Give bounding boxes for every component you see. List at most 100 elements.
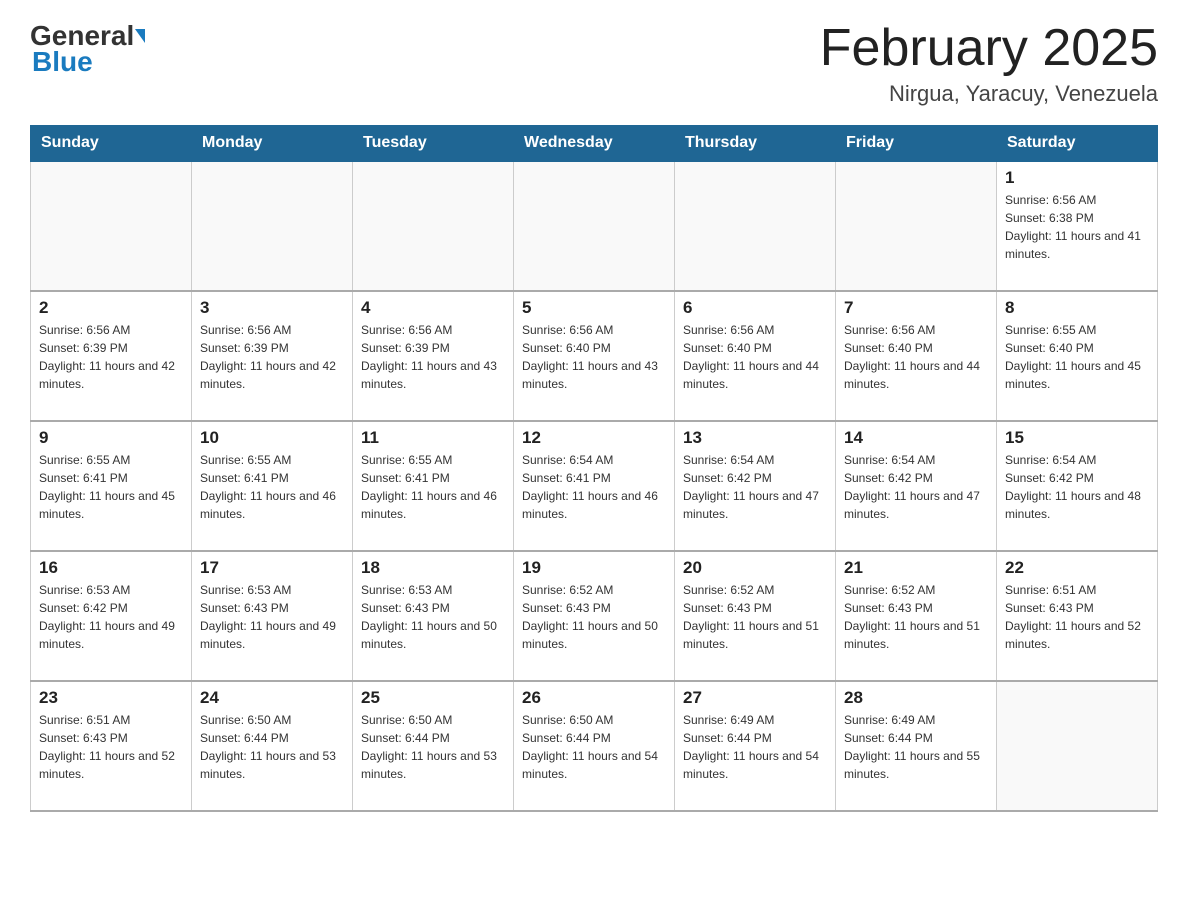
day-info: Sunrise: 6:54 AM Sunset: 6:41 PM Dayligh…	[522, 451, 666, 523]
calendar-cell: 24 Sunrise: 6:50 AM Sunset: 6:44 PM Dayli…	[192, 681, 353, 811]
day-info: Sunrise: 6:49 AM Sunset: 6:44 PM Dayligh…	[683, 711, 827, 783]
day-info: Sunrise: 6:53 AM Sunset: 6:43 PM Dayligh…	[361, 581, 505, 653]
calendar-week-row: 16 Sunrise: 6:53 AM Sunset: 6:42 PM Dayli…	[31, 551, 1158, 681]
calendar-cell: 16 Sunrise: 6:53 AM Sunset: 6:42 PM Dayli…	[31, 551, 192, 681]
day-number: 18	[361, 558, 505, 578]
day-number: 21	[844, 558, 988, 578]
day-info: Sunrise: 6:56 AM Sunset: 6:40 PM Dayligh…	[683, 321, 827, 393]
day-number: 17	[200, 558, 344, 578]
day-info: Sunrise: 6:50 AM Sunset: 6:44 PM Dayligh…	[200, 711, 344, 783]
calendar-cell: 6 Sunrise: 6:56 AM Sunset: 6:40 PM Daylig…	[675, 291, 836, 421]
day-info: Sunrise: 6:54 AM Sunset: 6:42 PM Dayligh…	[844, 451, 988, 523]
day-info: Sunrise: 6:51 AM Sunset: 6:43 PM Dayligh…	[39, 711, 183, 783]
calendar-cell: 13 Sunrise: 6:54 AM Sunset: 6:42 PM Dayli…	[675, 421, 836, 551]
day-info: Sunrise: 6:52 AM Sunset: 6:43 PM Dayligh…	[844, 581, 988, 653]
calendar-header-row: SundayMondayTuesdayWednesdayThursdayFrid…	[31, 126, 1158, 162]
day-info: Sunrise: 6:50 AM Sunset: 6:44 PM Dayligh…	[522, 711, 666, 783]
calendar-cell: 2 Sunrise: 6:56 AM Sunset: 6:39 PM Daylig…	[31, 291, 192, 421]
day-info: Sunrise: 6:56 AM Sunset: 6:39 PM Dayligh…	[361, 321, 505, 393]
calendar-cell: 20 Sunrise: 6:52 AM Sunset: 6:43 PM Dayli…	[675, 551, 836, 681]
day-number: 15	[1005, 428, 1149, 448]
calendar-cell: 9 Sunrise: 6:55 AM Sunset: 6:41 PM Daylig…	[31, 421, 192, 551]
logo: General Blue	[30, 20, 145, 78]
calendar-cell: 17 Sunrise: 6:53 AM Sunset: 6:43 PM Dayli…	[192, 551, 353, 681]
day-number: 6	[683, 298, 827, 318]
calendar-cell: 27 Sunrise: 6:49 AM Sunset: 6:44 PM Dayli…	[675, 681, 836, 811]
day-number: 13	[683, 428, 827, 448]
day-number: 3	[200, 298, 344, 318]
day-number: 7	[844, 298, 988, 318]
calendar-cell: 11 Sunrise: 6:55 AM Sunset: 6:41 PM Dayli…	[353, 421, 514, 551]
calendar-cell: 28 Sunrise: 6:49 AM Sunset: 6:44 PM Dayli…	[836, 681, 997, 811]
calendar-cell: 5 Sunrise: 6:56 AM Sunset: 6:40 PM Daylig…	[514, 291, 675, 421]
calendar-cell: 12 Sunrise: 6:54 AM Sunset: 6:41 PM Dayli…	[514, 421, 675, 551]
day-info: Sunrise: 6:49 AM Sunset: 6:44 PM Dayligh…	[844, 711, 988, 783]
calendar-week-row: 9 Sunrise: 6:55 AM Sunset: 6:41 PM Daylig…	[31, 421, 1158, 551]
day-number: 12	[522, 428, 666, 448]
calendar-week-row: 1Sunrise: 6:56 AM Sunset: 6:38 PM Daylig…	[31, 161, 1158, 291]
day-number: 2	[39, 298, 183, 318]
day-number: 28	[844, 688, 988, 708]
day-number: 8	[1005, 298, 1149, 318]
calendar-week-row: 23 Sunrise: 6:51 AM Sunset: 6:43 PM Dayli…	[31, 681, 1158, 811]
day-info: Sunrise: 6:52 AM Sunset: 6:43 PM Dayligh…	[522, 581, 666, 653]
day-header-thursday: Thursday	[675, 126, 836, 162]
day-number: 20	[683, 558, 827, 578]
calendar-cell: 1Sunrise: 6:56 AM Sunset: 6:38 PM Daylig…	[997, 161, 1158, 291]
calendar-cell	[31, 161, 192, 291]
day-info: Sunrise: 6:56 AM Sunset: 6:38 PM Dayligh…	[1005, 191, 1149, 263]
calendar-cell: 14 Sunrise: 6:54 AM Sunset: 6:42 PM Dayli…	[836, 421, 997, 551]
calendar-cell	[836, 161, 997, 291]
day-header-monday: Monday	[192, 126, 353, 162]
day-info: Sunrise: 6:53 AM Sunset: 6:42 PM Dayligh…	[39, 581, 183, 653]
calendar-cell: 23 Sunrise: 6:51 AM Sunset: 6:43 PM Dayli…	[31, 681, 192, 811]
day-info: Sunrise: 6:54 AM Sunset: 6:42 PM Dayligh…	[683, 451, 827, 523]
day-info: Sunrise: 6:51 AM Sunset: 6:43 PM Dayligh…	[1005, 581, 1149, 653]
day-info: Sunrise: 6:56 AM Sunset: 6:40 PM Dayligh…	[522, 321, 666, 393]
day-info: Sunrise: 6:50 AM Sunset: 6:44 PM Dayligh…	[361, 711, 505, 783]
day-info: Sunrise: 6:56 AM Sunset: 6:39 PM Dayligh…	[200, 321, 344, 393]
day-number: 4	[361, 298, 505, 318]
day-header-wednesday: Wednesday	[514, 126, 675, 162]
day-header-saturday: Saturday	[997, 126, 1158, 162]
day-info: Sunrise: 6:54 AM Sunset: 6:42 PM Dayligh…	[1005, 451, 1149, 523]
day-number: 25	[361, 688, 505, 708]
logo-blue-text: Blue	[32, 46, 145, 78]
day-number: 27	[683, 688, 827, 708]
day-info: Sunrise: 6:52 AM Sunset: 6:43 PM Dayligh…	[683, 581, 827, 653]
calendar-table: SundayMondayTuesdayWednesdayThursdayFrid…	[30, 125, 1158, 812]
calendar-cell: 4 Sunrise: 6:56 AM Sunset: 6:39 PM Daylig…	[353, 291, 514, 421]
day-number: 24	[200, 688, 344, 708]
day-number: 23	[39, 688, 183, 708]
day-info: Sunrise: 6:56 AM Sunset: 6:39 PM Dayligh…	[39, 321, 183, 393]
calendar-cell: 3 Sunrise: 6:56 AM Sunset: 6:39 PM Daylig…	[192, 291, 353, 421]
calendar-cell: 25 Sunrise: 6:50 AM Sunset: 6:44 PM Dayli…	[353, 681, 514, 811]
calendar-cell	[997, 681, 1158, 811]
day-number: 14	[844, 428, 988, 448]
day-info: Sunrise: 6:55 AM Sunset: 6:41 PM Dayligh…	[39, 451, 183, 523]
day-header-tuesday: Tuesday	[353, 126, 514, 162]
day-info: Sunrise: 6:53 AM Sunset: 6:43 PM Dayligh…	[200, 581, 344, 653]
calendar-cell	[192, 161, 353, 291]
calendar-cell	[514, 161, 675, 291]
calendar-cell: 26Sunrise: 6:50 AM Sunset: 6:44 PM Dayli…	[514, 681, 675, 811]
day-number: 16	[39, 558, 183, 578]
calendar-cell: 7Sunrise: 6:56 AM Sunset: 6:40 PM Daylig…	[836, 291, 997, 421]
header: General Blue February 2025 Nirgua, Yarac…	[30, 20, 1158, 107]
title-area: February 2025 Nirgua, Yaracuy, Venezuela	[820, 20, 1158, 107]
calendar-cell: 8Sunrise: 6:55 AM Sunset: 6:40 PM Daylig…	[997, 291, 1158, 421]
day-number: 11	[361, 428, 505, 448]
day-number: 10	[200, 428, 344, 448]
day-header-friday: Friday	[836, 126, 997, 162]
day-info: Sunrise: 6:55 AM Sunset: 6:41 PM Dayligh…	[361, 451, 505, 523]
day-number: 19	[522, 558, 666, 578]
day-number: 5	[522, 298, 666, 318]
calendar-week-row: 2 Sunrise: 6:56 AM Sunset: 6:39 PM Daylig…	[31, 291, 1158, 421]
calendar-cell	[353, 161, 514, 291]
calendar-cell: 18 Sunrise: 6:53 AM Sunset: 6:43 PM Dayli…	[353, 551, 514, 681]
logo-triangle-icon	[135, 29, 145, 43]
day-header-sunday: Sunday	[31, 126, 192, 162]
day-number: 9	[39, 428, 183, 448]
calendar-cell: 15 Sunrise: 6:54 AM Sunset: 6:42 PM Dayli…	[997, 421, 1158, 551]
month-title: February 2025	[820, 20, 1158, 77]
